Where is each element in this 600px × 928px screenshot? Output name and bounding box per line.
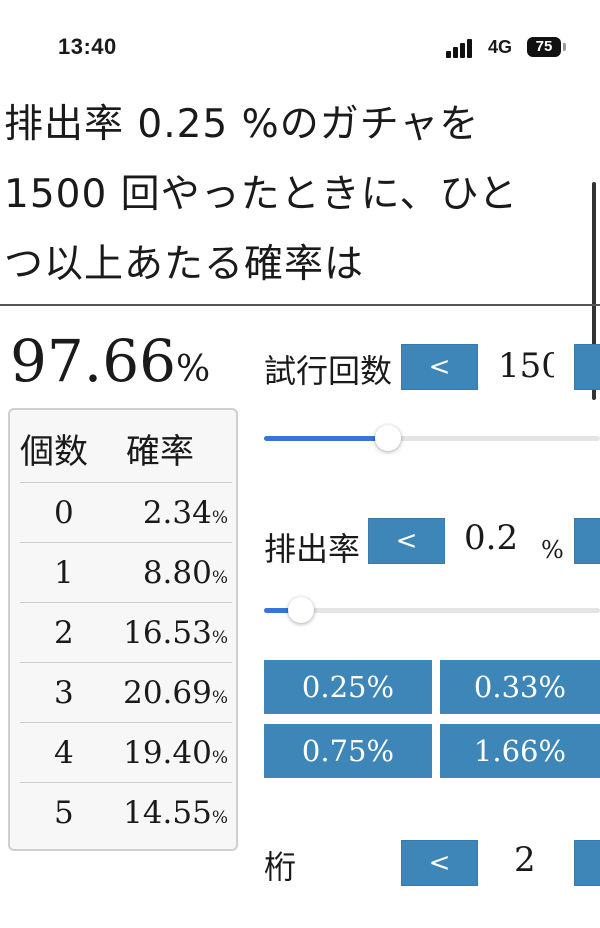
result-unit: % xyxy=(176,349,211,390)
digits-increment-button[interactable] xyxy=(574,840,600,886)
header-probability: 確率 xyxy=(126,432,194,472)
table-row: 2 16.53% xyxy=(20,602,232,663)
network-type: 4G xyxy=(488,37,513,57)
row-probability: 19.40% xyxy=(123,723,228,788)
distribution-table: 個数 確率 0 2.34% 1 8.80% 2 16.53% 3 20.69% … xyxy=(8,408,238,851)
table-row: 4 19.40% xyxy=(20,722,232,783)
battery-cap xyxy=(563,43,566,51)
table-row: 5 14.55% xyxy=(20,782,232,843)
rate-label: 排出率 xyxy=(264,530,361,568)
row-probability-unit: % xyxy=(211,748,228,768)
digits-decrement-button[interactable]: < xyxy=(401,840,478,886)
rate-increment-button[interactable] xyxy=(574,518,600,564)
row-probability-unit: % xyxy=(211,508,228,528)
row-probability: 20.69% xyxy=(123,663,228,728)
rate-unit: % xyxy=(541,536,564,564)
preset-button[interactable]: 0.75% xyxy=(264,724,432,778)
digits-label: 桁 xyxy=(264,848,297,886)
row-probability-unit: % xyxy=(211,568,228,588)
question-line: 1500 回やったときに、ひと xyxy=(4,172,519,217)
divider xyxy=(0,304,600,306)
preset-button[interactable]: 1.66% xyxy=(440,724,600,778)
row-probability-value: 2.34 xyxy=(142,495,212,531)
row-probability-unit: % xyxy=(211,808,228,828)
status-bar: 13:40 4G 75 xyxy=(0,0,600,90)
question-line: つ以上あたる確率は xyxy=(4,242,365,287)
row-probability-value: 14.55 xyxy=(123,795,212,831)
table-row: 3 20.69% xyxy=(20,662,232,723)
trials-slider-thumb[interactable] xyxy=(375,425,402,451)
trials-label: 試行回数 xyxy=(264,352,393,390)
row-probability: 14.55% xyxy=(123,783,228,848)
digits-value: 2 xyxy=(514,840,536,880)
rate-slider-thumb[interactable] xyxy=(287,597,314,623)
row-probability: 8.80% xyxy=(143,543,228,608)
preset-button[interactable]: 0.25% xyxy=(264,660,432,714)
trials-slider[interactable] xyxy=(264,436,600,441)
trials-increment-button[interactable] xyxy=(574,344,600,390)
trials-decrement-button[interactable]: < xyxy=(401,344,478,390)
cellular-signal-icon xyxy=(446,38,478,58)
row-probability-unit: % xyxy=(211,688,228,708)
status-time: 13:40 xyxy=(58,34,117,59)
rate-decrement-button[interactable]: < xyxy=(368,518,445,564)
question-line: 排出率 0.25 %のガチャを xyxy=(4,102,480,147)
rate-slider[interactable] xyxy=(264,608,600,613)
trials-slider-fill xyxy=(264,436,389,441)
rate-value: 0.2 xyxy=(464,518,519,558)
table-row: 0 2.34% xyxy=(20,482,232,543)
row-count: 2 xyxy=(54,615,74,651)
row-probability-value: 8.80 xyxy=(142,555,212,591)
result-probability: 97.66% xyxy=(10,326,210,405)
row-count: 1 xyxy=(54,555,74,591)
table-row: 1 8.80% xyxy=(20,542,232,603)
result-value: 97.66 xyxy=(10,327,177,395)
row-count: 0 xyxy=(54,495,74,531)
preset-button[interactable]: 0.33% xyxy=(440,660,600,714)
row-probability: 16.53% xyxy=(123,603,228,668)
row-probability-value: 19.40 xyxy=(123,735,212,771)
row-count: 3 xyxy=(54,675,74,711)
header-count: 個数 xyxy=(20,432,88,472)
row-probability-value: 20.69 xyxy=(123,675,212,711)
row-probability-value: 16.53 xyxy=(123,615,212,651)
row-probability: 2.34% xyxy=(143,483,228,548)
battery-icon: 75 xyxy=(527,37,561,57)
row-count: 5 xyxy=(54,795,74,831)
table-header: 個数 確率 xyxy=(10,424,236,474)
question-text: 排出率 0.25 %のガチャを 1500 回やったときに、ひと つ以上あたる確率… xyxy=(4,90,594,300)
row-probability-unit: % xyxy=(211,628,228,648)
trials-value: 150 xyxy=(498,346,554,386)
row-count: 4 xyxy=(54,735,74,771)
